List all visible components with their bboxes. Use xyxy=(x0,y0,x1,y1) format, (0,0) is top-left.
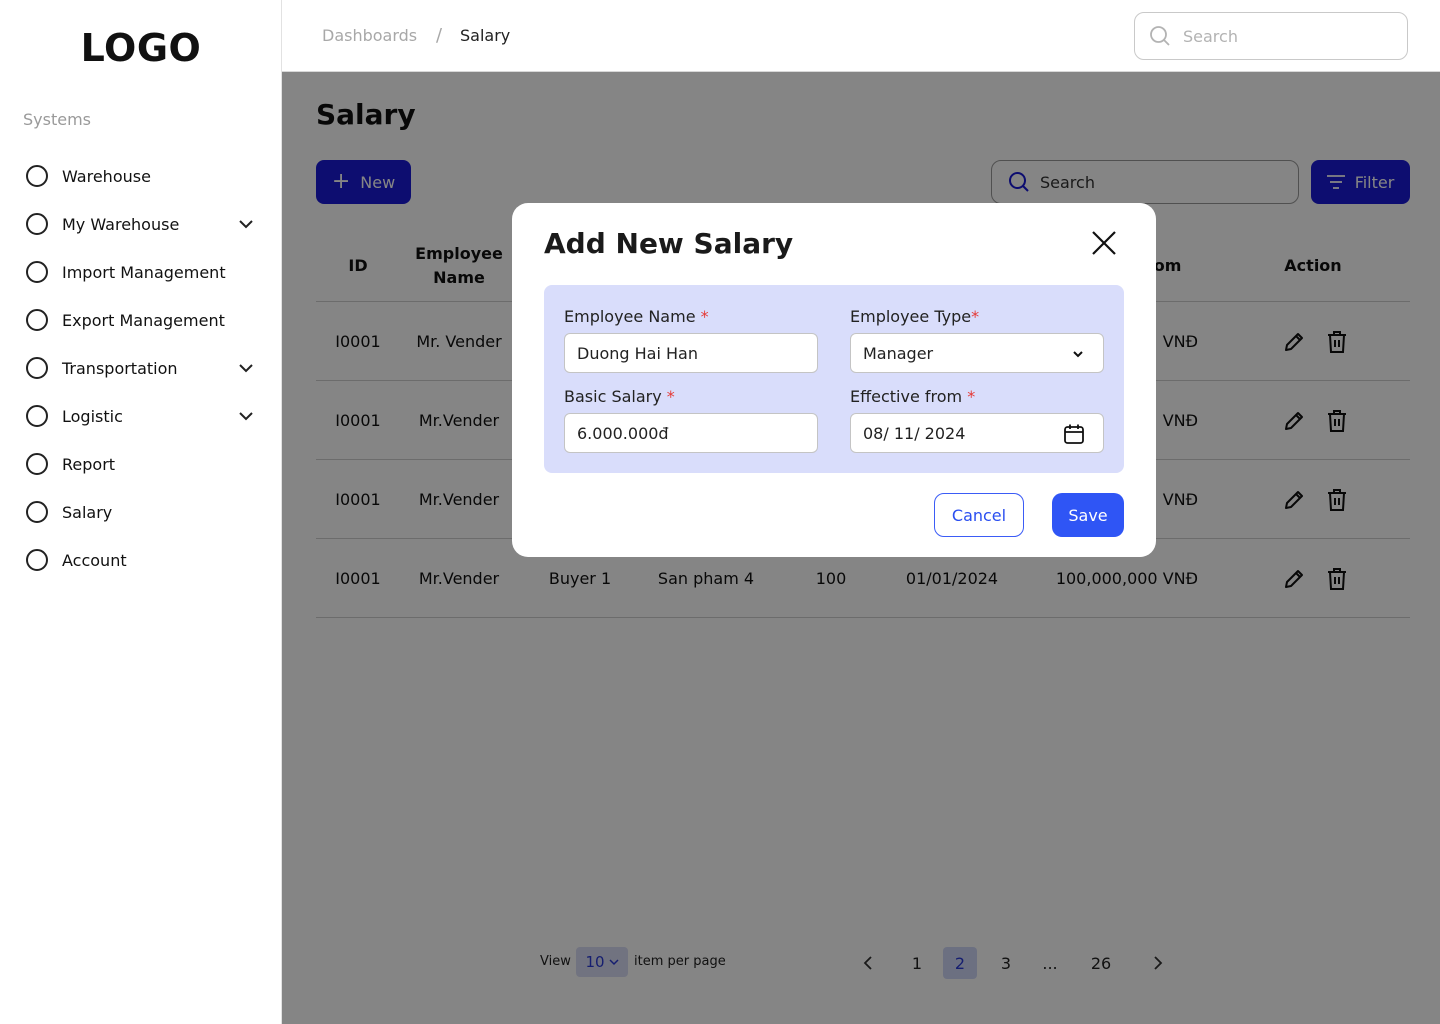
effective-from-value: 08/ 11/ 2024 xyxy=(863,423,966,443)
sidebar-item-label: My Warehouse xyxy=(62,214,180,234)
sidebar-item-label: Logistic xyxy=(62,406,123,426)
employee-type-label: Employee Type* xyxy=(850,307,979,326)
breadcrumb-dashboards[interactable]: Dashboards xyxy=(322,26,417,45)
circle-icon xyxy=(26,213,48,235)
required-marker: * xyxy=(971,307,980,326)
circle-icon xyxy=(26,261,48,283)
add-salary-modal: Add New Salary Employee Name * Duong Hai… xyxy=(512,203,1156,557)
effective-from-date-field[interactable]: 08/ 11/ 2024 xyxy=(850,413,1104,453)
modal-title: Add New Salary xyxy=(544,227,794,260)
sidebar-item-export-management[interactable]: Export Management xyxy=(26,296,258,344)
employee-type-select[interactable]: Manager xyxy=(850,333,1104,373)
circle-icon xyxy=(26,501,48,523)
employee-name-label: Employee Name * xyxy=(564,307,709,326)
basic-salary-field[interactable]: 6.000.000đ xyxy=(564,413,818,453)
header-search-input[interactable]: Search xyxy=(1134,12,1408,60)
employee-type-value: Manager xyxy=(863,343,934,363)
sidebar: LOGO Systems Warehouse My Warehouse Impo… xyxy=(0,0,282,1024)
employee-name-value: Duong Hai Han xyxy=(577,343,698,363)
sidebar-nav: Warehouse My Warehouse Import Management… xyxy=(26,152,258,584)
close-icon[interactable] xyxy=(1090,229,1118,257)
sidebar-item-salary[interactable]: Salary xyxy=(26,488,258,536)
employee-name-label-text: Employee Name xyxy=(564,307,696,326)
save-button[interactable]: Save xyxy=(1052,493,1124,537)
salary-form: Employee Name * Duong Hai Han Employee T… xyxy=(544,285,1124,473)
cancel-button[interactable]: Cancel xyxy=(934,493,1024,537)
sidebar-item-label: Warehouse xyxy=(62,166,151,186)
calendar-icon[interactable] xyxy=(1063,423,1085,445)
sidebar-item-label: Import Management xyxy=(62,262,226,282)
breadcrumb-separator: / xyxy=(436,25,443,46)
search-icon xyxy=(1150,26,1170,46)
sidebar-item-label: Export Management xyxy=(62,310,225,330)
chevron-down-icon[interactable] xyxy=(238,360,254,376)
sidebar-item-label: Report xyxy=(62,454,116,474)
sidebar-item-logistic[interactable]: Logistic xyxy=(26,392,258,440)
basic-salary-label-text: Basic Salary xyxy=(564,387,662,406)
effective-from-label-text: Effective from xyxy=(850,387,963,406)
basic-salary-value: 6.000.000đ xyxy=(577,423,669,443)
logo: LOGO xyxy=(80,26,202,70)
chevron-down-icon[interactable] xyxy=(238,408,254,424)
chevron-down-icon[interactable] xyxy=(238,216,254,232)
employee-type-label-text: Employee Type xyxy=(850,307,972,326)
required-marker: * xyxy=(967,387,976,406)
effective-from-label: Effective from * xyxy=(850,387,975,406)
sidebar-item-my-warehouse[interactable]: My Warehouse xyxy=(26,200,258,248)
chevron-down-icon xyxy=(1073,351,1083,358)
circle-icon xyxy=(26,405,48,427)
required-marker: * xyxy=(666,387,675,406)
sidebar-item-transportation[interactable]: Transportation xyxy=(26,344,258,392)
sidebar-item-label: Salary xyxy=(62,502,113,522)
required-marker: * xyxy=(700,307,709,326)
top-bar: Dashboards / Salary Search xyxy=(282,0,1440,72)
circle-icon xyxy=(26,309,48,331)
circle-icon xyxy=(26,357,48,379)
sidebar-item-report[interactable]: Report xyxy=(26,440,258,488)
sidebar-item-warehouse[interactable]: Warehouse xyxy=(26,152,258,200)
circle-icon xyxy=(26,453,48,475)
basic-salary-label: Basic Salary * xyxy=(564,387,675,406)
sidebar-item-label: Transportation xyxy=(62,358,178,378)
circle-icon xyxy=(26,165,48,187)
search-placeholder: Search xyxy=(1183,26,1238,46)
sidebar-item-account[interactable]: Account xyxy=(26,536,258,584)
sidebar-section-label: Systems xyxy=(23,110,91,129)
sidebar-item-label: Account xyxy=(62,550,127,570)
circle-icon xyxy=(26,549,48,571)
sidebar-item-import-management[interactable]: Import Management xyxy=(26,248,258,296)
breadcrumb-current: Salary xyxy=(460,26,511,45)
employee-name-field[interactable]: Duong Hai Han xyxy=(564,333,818,373)
